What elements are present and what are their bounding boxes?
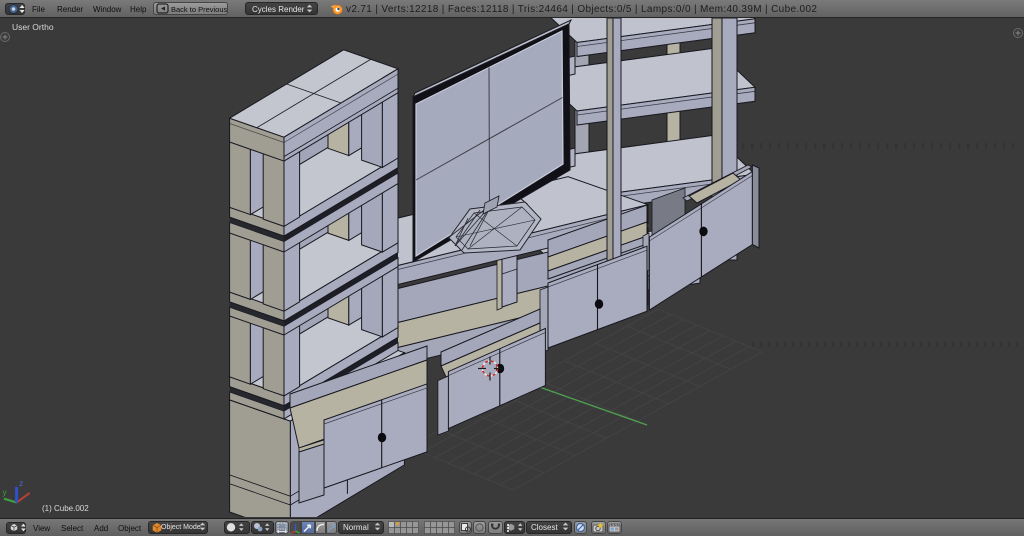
svg-text:y: y <box>3 488 7 497</box>
svg-text:z: z <box>19 479 23 488</box>
